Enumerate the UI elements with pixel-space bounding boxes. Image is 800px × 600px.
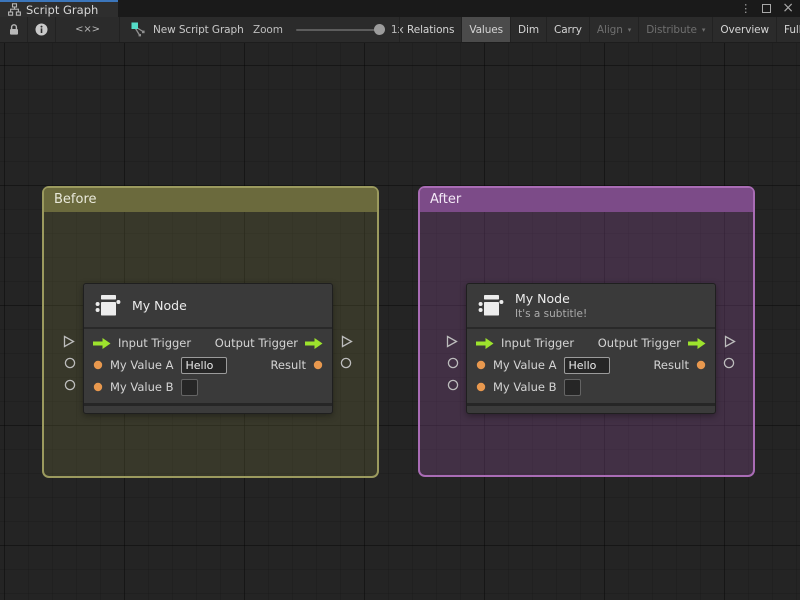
- zoom-slider-handle[interactable]: [373, 24, 385, 35]
- port-label: My Value B: [493, 380, 557, 394]
- node-my-node-before[interactable]: My Node Input Trigger Output Trigger My …: [63, 283, 353, 414]
- port-row-trigger: Input Trigger Output Trigger: [467, 332, 715, 354]
- value-b-field[interactable]: [180, 378, 198, 396]
- node-subtitle: It's a subtitle!: [515, 308, 588, 320]
- graph-name-label: New Script Graph: [153, 23, 244, 36]
- port-label: My Value A: [110, 358, 174, 372]
- distribute-dropdown[interactable]: Distribute ▾: [638, 17, 712, 42]
- value-input-port-icon[interactable]: [93, 360, 103, 370]
- tab-script-graph[interactable]: Script Graph: [0, 0, 118, 17]
- group-title: Before: [54, 192, 97, 207]
- value-input-port-icon[interactable]: [476, 382, 486, 392]
- dim-button[interactable]: Dim: [510, 17, 546, 42]
- port-label: My Value B: [110, 380, 174, 394]
- external-value-input-port[interactable]: [64, 379, 76, 391]
- port-row-value-a: My Value A Result: [84, 354, 332, 376]
- node-body: Input Trigger Output Trigger My Value A …: [467, 329, 715, 403]
- external-value-output-port[interactable]: [340, 357, 352, 369]
- zoom-control: Zoom 1x: [253, 17, 404, 42]
- port-row-value-b: My Value B: [467, 376, 715, 398]
- port-row-trigger: Input Trigger Output Trigger: [84, 332, 332, 354]
- toolbar-left-group: <×>: [0, 17, 120, 42]
- tab-title: Script Graph: [26, 2, 99, 17]
- relations-button[interactable]: Relations: [399, 17, 461, 42]
- lock-icon: [9, 24, 18, 35]
- external-flow-output-port[interactable]: [724, 335, 736, 348]
- external-value-input-port[interactable]: [447, 357, 459, 369]
- maximize-icon[interactable]: [762, 4, 772, 13]
- align-dropdown[interactable]: Align ▾: [588, 17, 638, 42]
- full-screen-button[interactable]: Full Screen: [775, 17, 800, 42]
- values-button[interactable]: Values: [461, 17, 511, 42]
- code-icon: <×>: [75, 24, 100, 35]
- close-icon[interactable]: ×: [782, 0, 794, 17]
- value-a-field[interactable]: [180, 356, 227, 374]
- flow-input-port-icon[interactable]: [93, 337, 111, 349]
- group-after-header[interactable]: After: [420, 188, 753, 212]
- node-header[interactable]: My Node It's a subtitle!: [467, 284, 715, 329]
- node-title: My Node: [132, 298, 187, 313]
- node-footer: [84, 403, 332, 413]
- port-row-value-b: My Value B: [84, 376, 332, 398]
- more-menu-icon[interactable]: ⋮: [740, 0, 751, 17]
- graph-breadcrumb[interactable]: New Script Graph: [131, 17, 244, 42]
- group-before-header[interactable]: Before: [44, 188, 377, 212]
- chevron-down-icon: ▾: [701, 25, 706, 34]
- value-input-port-icon[interactable]: [476, 360, 486, 370]
- port-label: Output Trigger: [597, 336, 681, 350]
- node-title: My Node: [515, 291, 570, 306]
- external-flow-output-port[interactable]: [341, 335, 353, 348]
- port-label: Output Trigger: [214, 336, 298, 350]
- port-label: Input Trigger: [501, 336, 575, 350]
- graph-toolbar: <×> New Script Graph Zoom 1x Relations V…: [0, 17, 800, 43]
- flow-output-port-icon[interactable]: [688, 337, 706, 349]
- script-graph-asset-icon: [131, 22, 145, 37]
- external-value-input-port[interactable]: [447, 379, 459, 391]
- zoom-slider-track[interactable]: [295, 24, 385, 35]
- external-value-input-port[interactable]: [64, 357, 76, 369]
- toolbar-buttons: Relations Values Dim Carry Align ▾ Distri…: [399, 17, 800, 42]
- port-label: My Value A: [493, 358, 557, 372]
- graph-hierarchy-icon: [8, 3, 21, 16]
- value-b-field[interactable]: [563, 378, 581, 396]
- code-preview-button[interactable]: <×>: [56, 17, 119, 42]
- external-flow-input-port[interactable]: [63, 335, 75, 348]
- port-label: Result: [270, 358, 306, 372]
- overview-button[interactable]: Overview: [712, 17, 776, 42]
- info-button[interactable]: [28, 17, 55, 42]
- value-output-port-icon[interactable]: [696, 360, 706, 370]
- value-output-port-icon[interactable]: [313, 360, 323, 370]
- group-title: After: [430, 192, 462, 207]
- unit-node-icon: [478, 294, 504, 315]
- window-controls: ⋮ ×: [740, 0, 794, 17]
- toolbar-divider: [119, 17, 120, 42]
- flow-input-port-icon[interactable]: [476, 337, 494, 349]
- flow-output-port-icon[interactable]: [305, 337, 323, 349]
- value-a-field[interactable]: [563, 356, 610, 374]
- external-value-output-port[interactable]: [723, 357, 735, 369]
- external-flow-input-port[interactable]: [446, 335, 458, 348]
- node-body: Input Trigger Output Trigger My Value A …: [84, 329, 332, 403]
- port-row-value-a: My Value A Result: [467, 354, 715, 376]
- info-icon: [35, 23, 48, 36]
- zoom-label: Zoom: [253, 23, 283, 36]
- carry-button[interactable]: Carry: [545, 17, 589, 42]
- node-header[interactable]: My Node: [84, 284, 332, 329]
- unit-node-icon: [95, 294, 121, 315]
- tab-bar: Script Graph ⋮ ×: [0, 0, 800, 17]
- port-label: Input Trigger: [118, 336, 192, 350]
- script-graph-window: Script Graph ⋮ × <×> New Script Graph Zo…: [0, 0, 800, 600]
- lock-button[interactable]: [0, 17, 27, 42]
- chevron-down-icon: ▾: [627, 25, 632, 34]
- value-input-port-icon[interactable]: [93, 382, 103, 392]
- node-footer: [467, 403, 715, 413]
- node-my-node-after[interactable]: My Node It's a subtitle! Input Trigger O…: [446, 283, 736, 414]
- port-label: Result: [653, 358, 689, 372]
